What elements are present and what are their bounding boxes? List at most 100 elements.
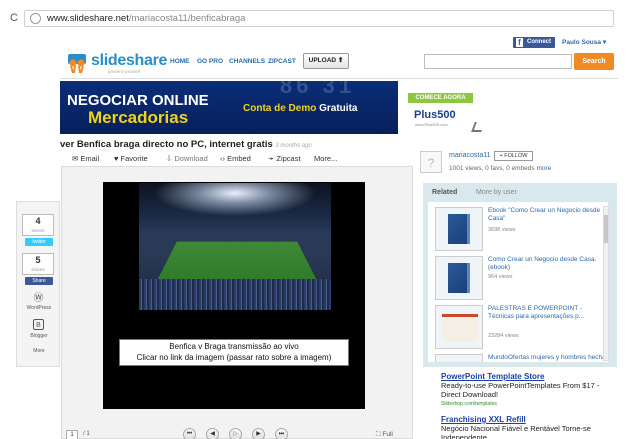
share-sidebar: 4 tweets twitter 5 shares Share Ⓦ WordPr… [16,201,60,367]
zipcast-button[interactable]: ➛ Zipcast [268,154,301,163]
presentation-thumb-icon [442,314,478,342]
facebook-connect-button[interactable]: f Connect [513,37,555,48]
list-item[interactable]: Como Crear un Negocio desde Casa. (ebook… [432,254,604,302]
document-stats: 1001 views, 0 favs, 0 embeds more [449,165,551,172]
embed-icon: ‹› [220,154,225,163]
slideshare-logo[interactable]: slideshare [91,52,167,70]
related-panel: Related More by user Ebook "Como Crear u… [423,183,617,367]
plus500-url: www.Plus500.com [415,122,448,127]
share-count: 5 [35,255,41,265]
upload-button[interactable]: UPLOAD ⬆ [303,53,349,69]
ad-body-franchising: Negócio Nacional Fiável e Rentável Torne… [441,424,591,439]
related-views: 964 views [488,274,513,280]
facebook-share-button[interactable]: Share [25,277,53,285]
twitter-button[interactable]: twitter [25,238,53,246]
related-title[interactable]: PALESTRAS E POWERPOINT - Técnicas para a… [488,305,606,321]
related-views: 23284 views [488,333,519,339]
page-total: / 1 [83,431,90,437]
nav-home[interactable]: HOME [170,58,190,65]
blogger-icon[interactable]: B [33,319,44,330]
cursor-arrow-icon [471,122,485,132]
nav-zipcast[interactable]: ZIPCAST [268,58,296,65]
uploader-name[interactable]: mariacosta11 [449,152,491,159]
user-menu[interactable]: Paulo Sousa ▾ [562,38,606,46]
share-count-box: 5 shares [22,253,54,275]
play-icon[interactable]: ▷ [229,428,242,439]
related-scrollbar[interactable] [603,206,609,361]
nav-go-pro[interactable]: GO PRO [197,58,223,65]
slideshare-logo-icon[interactable] [66,52,88,74]
list-item[interactable]: Ebook "Como Crear un Negocio desde Casa"… [432,205,604,253]
follow-button[interactable]: + FOLLOW [494,151,533,161]
document-title: ver Benfica braga directo no PC, interne… [60,139,312,150]
mail-icon: ✉ [72,154,79,163]
banner-ticker-digits: 86 31 [280,81,356,98]
banner-offer-free: Gratuita [319,103,358,114]
url-path: /mariacosta11/benficabraga [128,13,246,24]
stats-more-link[interactable]: more [536,165,551,172]
tweet-count-box: 4 tweets [22,214,54,236]
related-title[interactable]: Como Crear un Negocio desde Casa. (ebook… [488,256,606,272]
slide-frame[interactable]: Benfica v Braga transmissão ao vivo Clic… [103,182,365,409]
list-item[interactable]: PALESTRAS E POWERPOINT - Técnicas para a… [432,303,604,351]
embed-button[interactable]: ‹› Embed [220,154,251,163]
next-slide-icon[interactable]: ▶ [252,428,265,439]
first-slide-icon[interactable]: ⏮ [183,428,196,439]
search-button[interactable]: Search [574,53,614,70]
download-label: Download [174,154,208,163]
page-number-input[interactable]: 1 [66,430,78,439]
avatar[interactable]: ? [420,151,442,173]
banner-subheadline: Mercadorias [88,108,189,127]
blogger-label[interactable]: Blogger [17,333,61,339]
more-share-label[interactable]: More [17,348,61,354]
download-button[interactable]: ⇩ Download [166,154,208,163]
wordpress-label[interactable]: WordPress [17,305,61,311]
banner-offer: Conta de Demo Gratuita [243,103,357,114]
search-input[interactable] [424,54,572,69]
last-slide-icon[interactable]: ⏭ [275,428,288,439]
nav-channels[interactable]: CHANNELS [229,58,265,65]
banner-ad[interactable]: 86 31 NEGOCIAR ONLINE Mercadorias Conta … [60,81,398,134]
related-title[interactable]: Ebook "Como Crear un Negocio desde Casa" [488,207,606,223]
caption-line-2: Clicar no link da imagem (passar rato so… [136,353,332,362]
embed-label: Embed [227,154,251,163]
globe-icon [30,13,41,24]
stats-text: 1001 views, 0 favs, 0 embeds [449,165,535,172]
tab-more-by-user[interactable]: More by user [476,189,517,196]
related-thumbnail[interactable] [435,207,483,251]
user-name: Paulo Sousa [562,39,602,46]
upload-arrow-icon: ⬆ [337,57,344,64]
stadium-image[interactable] [139,183,331,310]
document-title-text: ver Benfica braga directo no PC, interne… [60,139,273,150]
tab-related[interactable]: Related [432,189,457,196]
previous-slide-icon[interactable]: ◀ [206,428,219,439]
address-bar[interactable]: www.slideshare.net/mariacosta11/benficab… [24,10,614,27]
crowd-shape [139,279,331,310]
share-count-label: shares [31,267,45,272]
browser-toolbar: C www.slideshare.net/mariacosta11/benfic… [0,0,627,36]
related-thumbnail[interactable] [435,354,483,362]
reload-icon[interactable]: C [8,12,20,24]
ad-title-powerpoint[interactable]: PowerPoint Template Store [441,372,544,381]
slide-caption: Benfica v Braga transmissão ao vivo Clic… [119,339,349,366]
favorite-button[interactable]: ♥ Favorite [114,154,148,163]
tweet-count-label: tweets [31,228,45,233]
ad-url-powerpoint[interactable]: Slideshop.com/templates [441,401,497,407]
heart-icon: ♥ [114,154,119,163]
banner-cta-button[interactable]: COMECE AGORA [408,93,473,103]
wordpress-icon[interactable]: Ⓦ [33,293,44,304]
scrollbar-thumb[interactable] [604,215,608,243]
list-item[interactable]: MundoOfertas mujeres y hombres hecha dig… [432,352,606,362]
related-title[interactable]: MundoOfertas mujeres y hombres hecha dig… [488,354,606,362]
connect-label: Connect [527,39,551,45]
email-button[interactable]: ✉ Email [72,154,99,163]
plus500-logo[interactable]: Plus500 [414,109,456,121]
url-host: www.slideshare.net [47,13,129,24]
related-thumbnail[interactable] [435,256,483,300]
related-views: 3698 views [488,227,516,233]
zipcast-icon: ➛ [268,154,275,163]
more-button[interactable]: More... [314,154,337,163]
fullscreen-button[interactable]: ⛶ Full [376,431,393,439]
ad-title-franchising[interactable]: Franchising XXL Refill [441,415,526,424]
related-thumbnail[interactable] [435,305,483,349]
